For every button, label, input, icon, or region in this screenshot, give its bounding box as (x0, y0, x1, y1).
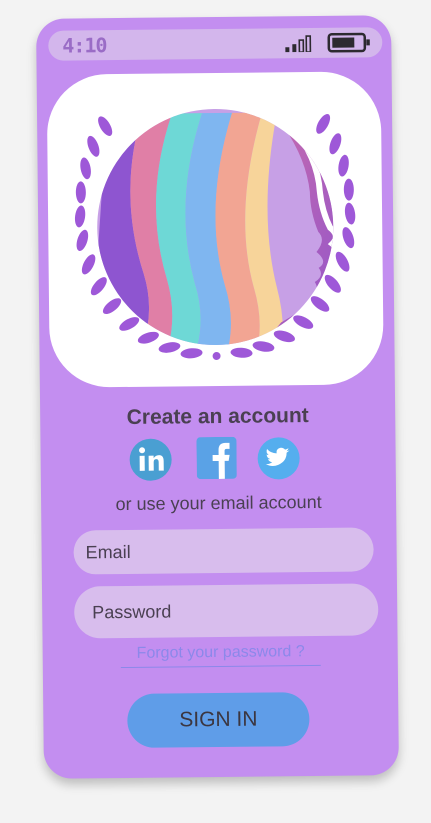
signal-bars-icon (284, 34, 318, 53)
sign-in-button[interactable]: SIGN IN (127, 692, 310, 748)
woman-profile-logo-icon (74, 107, 356, 361)
password-field[interactable] (73, 583, 379, 639)
phone-frame: 4:10 Create an account or use your email… (36, 15, 399, 779)
page-title: Create an account (126, 404, 309, 429)
status-bar: 4:10 (48, 27, 383, 61)
social-login-row (128, 436, 308, 484)
email-field[interactable] (73, 527, 374, 575)
app-logo (46, 71, 384, 388)
forgot-password-link[interactable]: Forgot your password ? (120, 642, 321, 669)
email-alt-text: or use your email account (115, 491, 322, 515)
linkedin-icon[interactable] (128, 437, 172, 481)
facebook-icon[interactable] (196, 436, 237, 480)
battery-icon (327, 32, 371, 53)
status-time: 4:10 (62, 33, 107, 58)
twitter-icon[interactable] (256, 436, 300, 480)
